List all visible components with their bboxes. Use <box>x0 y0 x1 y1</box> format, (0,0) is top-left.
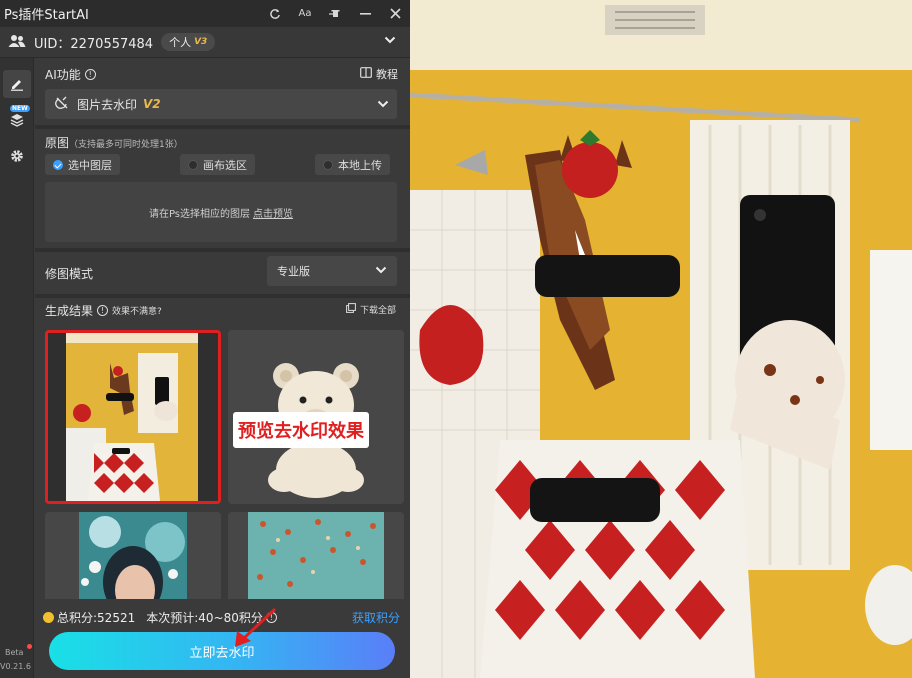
users-icon <box>8 34 26 51</box>
coin-icon <box>43 612 54 623</box>
ai-function-heading: AI功能 ! <box>45 66 96 83</box>
remove-watermark-button[interactable]: 立即去水印 <box>49 632 395 670</box>
source-option-canvas-selection[interactable]: 画布选区 <box>180 154 255 175</box>
get-points-link[interactable]: 获取积分 <box>352 609 400 626</box>
edit-icon[interactable] <box>3 70 31 98</box>
mode-value: 专业版 <box>277 265 310 278</box>
option-label: 本地上传 <box>338 158 382 172</box>
download-all-button[interactable]: 下载全部 <box>346 303 396 316</box>
font-size-icon[interactable]: Aa <box>290 0 320 27</box>
pin-icon[interactable] <box>320 0 350 27</box>
beta-label: Beta <box>5 648 24 657</box>
radio-checked-icon <box>53 159 63 170</box>
result-card-processing[interactable]: 预览去水印效果 <box>228 330 404 504</box>
document-canvas[interactable] <box>410 0 912 678</box>
sidebar: NEW Beta V0.21.6 <box>0 58 34 678</box>
title-bar: Ps插件StartAI Aa <box>0 0 410 27</box>
watermark-off-icon <box>55 96 69 113</box>
preview-callout: 预览去水印效果 <box>233 412 369 448</box>
result-card[interactable] <box>45 512 221 599</box>
portrait-thumbnail <box>45 512 221 599</box>
ai-function-value: 图片去水印 <box>77 97 138 112</box>
source-option-local-upload[interactable]: 本地上传 <box>315 154 390 175</box>
horse-selfie-thumbnail <box>48 333 218 501</box>
version-label: V0.21.6 <box>0 662 31 671</box>
minimize-icon[interactable] <box>350 0 380 27</box>
results-heading: 生成结果 ! 效果不满意? <box>45 302 162 319</box>
drop-text: 请在Ps选择相应的图层 <box>148 208 251 220</box>
unsatisfied-link[interactable]: 效果不满意? <box>112 304 162 317</box>
horse-selfie-image <box>410 0 912 678</box>
option-label: 选中图层 <box>68 158 112 172</box>
help-icon[interactable]: ! <box>84 69 96 80</box>
function-version: V2 <box>143 97 161 111</box>
pattern-thumbnail <box>228 512 404 599</box>
mode-select[interactable]: 专业版 <box>267 256 397 286</box>
plan-badge: 个人 V3 <box>161 33 216 51</box>
app-window: Ps插件StartAI Aa UID：2270557484 个人 V3 NEW … <box>0 0 912 678</box>
plan-name: 个人 <box>169 36 192 49</box>
result-card[interactable] <box>228 512 404 599</box>
source-option-selected-layer[interactable]: 选中图层 <box>45 154 120 175</box>
ai-function-select[interactable]: 图片去水印 V2 <box>45 89 397 119</box>
plugin-panel: Ps插件StartAI Aa UID：2270557484 个人 V3 NEW … <box>0 0 410 678</box>
preview-link[interactable]: 点击预览 <box>253 205 293 220</box>
help-icon[interactable]: ! <box>97 305 109 316</box>
section-divider <box>35 125 410 129</box>
tutorial-label: 教程 <box>376 68 398 81</box>
source-label: 原图 <box>45 136 70 150</box>
plan-level: V3 <box>194 37 208 47</box>
ai-function-label: AI功能 <box>45 68 81 82</box>
footer-bar: 总积分:52521 本次预计:40~80积分 ! 获取积分 立即去水印 <box>35 599 410 678</box>
layers-icon[interactable] <box>3 106 31 134</box>
close-icon[interactable] <box>380 0 410 27</box>
chevron-down-icon <box>377 98 389 112</box>
download-icon <box>346 303 356 316</box>
app-title: Ps插件StartAI <box>4 8 89 23</box>
book-icon <box>360 67 372 81</box>
section-divider <box>35 248 410 252</box>
source-hint: （支持最多可同时处理1张） <box>69 140 183 150</box>
main-content: AI功能 ! 教程 图片去水印 V2 原图（支持最多可同时处理1张） 选中图层 … <box>35 58 410 678</box>
radio-icon <box>323 159 333 170</box>
settings-icon[interactable] <box>3 142 31 170</box>
result-card-original[interactable] <box>45 330 221 504</box>
download-all-label: 下载全部 <box>359 306 396 316</box>
refresh-icon[interactable] <box>260 0 290 27</box>
mode-label: 修图模式 <box>45 267 94 281</box>
chevron-down-icon[interactable] <box>384 34 396 48</box>
user-bar[interactable]: UID：2270557484 个人 V3 <box>0 27 410 58</box>
total-points: 总积分:52521 <box>57 611 136 625</box>
chevron-down-icon <box>375 265 387 278</box>
radio-icon <box>188 159 198 170</box>
section-divider <box>35 294 410 298</box>
source-heading: 原图（支持最多可同时处理1张） <box>45 134 183 151</box>
option-label: 画布选区 <box>203 158 247 172</box>
results-grid: 预览去水印效果 <box>35 324 410 599</box>
results-label: 生成结果 <box>45 304 94 318</box>
beta-dot <box>27 644 32 649</box>
source-drop-area[interactable]: 请在Ps选择相应的图层 点击预览 <box>45 182 397 242</box>
red-arrow-annotation <box>235 607 277 647</box>
tutorial-link[interactable]: 教程 <box>360 66 398 82</box>
user-id: UID：2270557484 <box>34 36 154 52</box>
